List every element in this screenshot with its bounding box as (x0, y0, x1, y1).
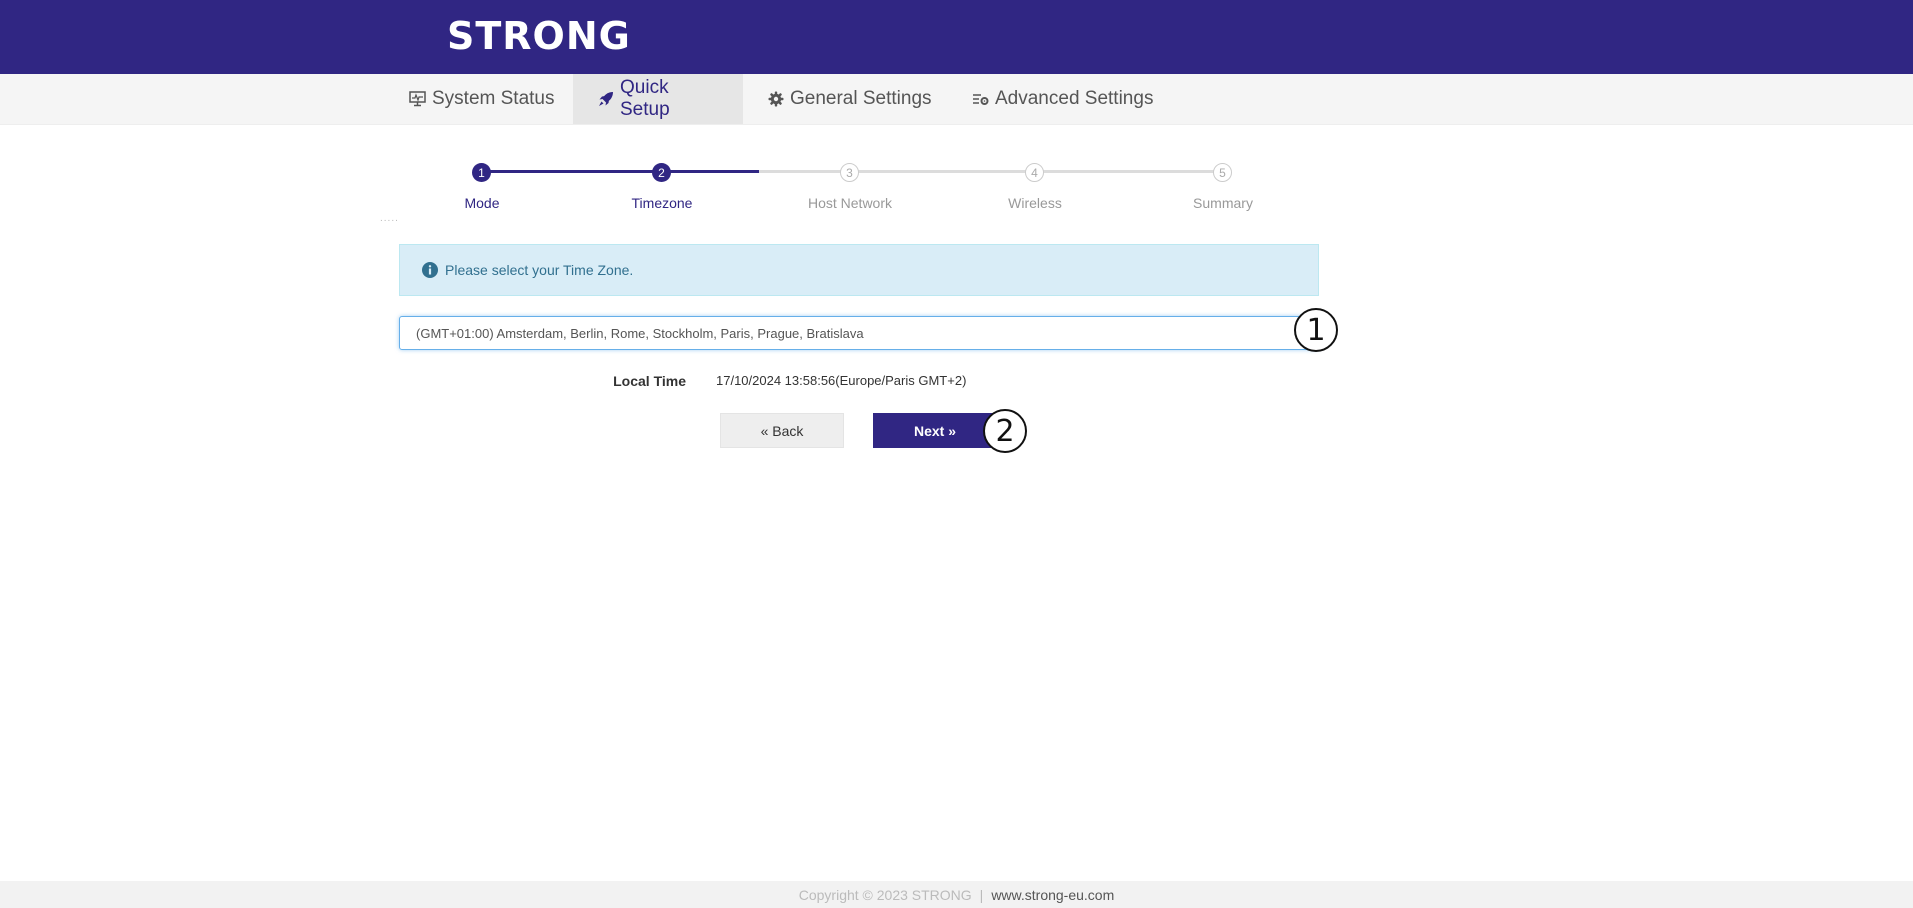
footer: Copyright © 2023 STRONG | www.strong-eu.… (0, 881, 1913, 908)
progress-track-done (482, 170, 759, 173)
step-4-marker: 4 (1025, 163, 1044, 182)
info-icon (422, 262, 438, 278)
gear-icon (768, 91, 784, 107)
tab-label: General Settings (790, 88, 932, 109)
step-label-timezone: Timezone (631, 195, 693, 211)
main-nav: System Status Quick Setup General Settin… (0, 74, 1913, 125)
rocket-icon (598, 91, 614, 107)
annotation-marker-1: 1 (1294, 308, 1338, 352)
tab-quick-setup[interactable]: Quick Setup (573, 74, 743, 124)
strong-logo[interactable]: STRONG (447, 14, 631, 58)
alert-text: Please select your Time Zone. (445, 262, 634, 278)
info-alert: Please select your Time Zone. (399, 244, 1319, 296)
copyright-text: Copyright © 2023 STRONG (798, 886, 972, 903)
step-label-mode: Mode (464, 195, 500, 211)
tab-advanced-settings[interactable]: Advanced Settings (947, 74, 1178, 124)
tab-label: Advanced Settings (995, 88, 1154, 109)
step-5-marker: 5 (1213, 163, 1232, 182)
back-button[interactable]: « Back (720, 413, 844, 448)
footer-separator: | (979, 886, 984, 903)
setup-wizard-steps: 1 2 3 4 5 Mode Timezone Host Network Wir… (0, 150, 1913, 230)
step-label-summary: Summary (1193, 195, 1253, 211)
step-1-marker: 1 (472, 163, 491, 182)
separator-dots: ..... (380, 213, 399, 224)
local-time-label: Local Time (613, 373, 686, 389)
tab-label: Quick Setup (620, 77, 670, 120)
local-time-value: 17/10/2024 13:58:56(Europe/Paris GMT+2) (716, 373, 967, 388)
website-link[interactable]: www.strong-eu.com (991, 887, 1114, 903)
annotation-marker-2: 2 (983, 409, 1027, 453)
step-3-marker: 3 (840, 163, 859, 182)
step-label-host-network: Host Network (807, 195, 893, 211)
monitor-icon (409, 91, 426, 107)
next-button[interactable]: Next » (873, 413, 997, 448)
header-bar: STRONG (0, 0, 1913, 74)
timezone-select[interactable]: (GMT+01:00) Amsterdam, Berlin, Rome, Sto… (399, 316, 1319, 350)
step-2-marker: 2 (652, 163, 671, 182)
progress-track-remaining (759, 170, 1222, 173)
advanced-settings-icon (972, 91, 989, 107)
step-label-wireless: Wireless (1008, 195, 1062, 211)
tab-label: System Status (432, 88, 555, 109)
tab-general-settings[interactable]: General Settings (743, 74, 957, 124)
tab-system-status[interactable]: System Status (384, 74, 580, 124)
